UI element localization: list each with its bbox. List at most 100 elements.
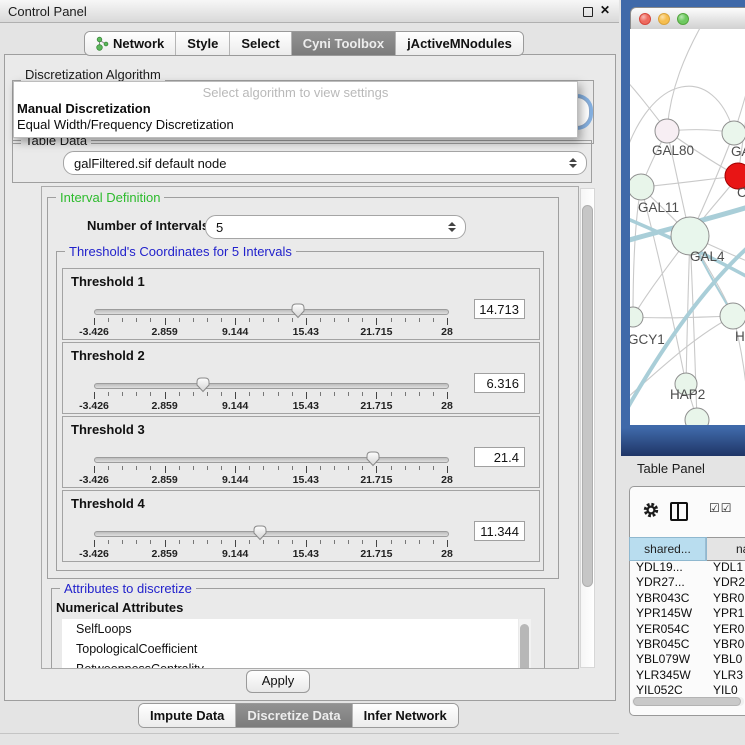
table-row[interactable]: YBL079WYBL0: [630, 652, 745, 667]
slider-thumb[interactable]: [290, 302, 306, 319]
slider-tick: [391, 466, 392, 470]
table-horizontal-scrollbar-thumb[interactable]: [633, 697, 741, 706]
slider-tick: [306, 466, 307, 473]
table-row[interactable]: YBR043CYBR0: [630, 591, 745, 606]
tab-select[interactable]: Select: [230, 32, 291, 55]
table-row[interactable]: YDR27...YDR2: [630, 575, 745, 590]
column-header-shared-name[interactable]: shared...: [630, 538, 706, 560]
slider-tick: [362, 540, 363, 544]
bottom-tab-impute-data[interactable]: Impute Data: [139, 704, 236, 727]
threshold-label: Threshold 4: [71, 496, 145, 511]
slider-thumb[interactable]: [252, 524, 268, 541]
threshold-3-box: Threshold 3-3.4262.8599.14415.4321.71528…: [62, 416, 540, 488]
combo-spinner-icon: [568, 158, 577, 168]
slider-track[interactable]: [94, 531, 449, 537]
slider-tick: [433, 466, 434, 470]
cell-name[interactable]: YBR0: [705, 637, 744, 652]
cell-name[interactable]: YBL0: [705, 652, 742, 667]
cell-name[interactable]: YDR2: [705, 575, 745, 590]
slider-tick: [179, 392, 180, 396]
numerical-attributes-list[interactable]: SelfLoopsTopologicalCoefficientBetweenne…: [62, 619, 518, 669]
network-window-titlebar[interactable]: [630, 7, 745, 31]
cell-shared-name[interactable]: YER054C: [630, 622, 705, 637]
slider-tick: [193, 318, 194, 322]
cell-shared-name[interactable]: YPR145W: [630, 606, 705, 621]
cell-shared-name[interactable]: YDR27...: [630, 575, 705, 590]
traffic-light-close-icon[interactable]: [639, 13, 651, 25]
table-row[interactable]: YPR145WYPR1: [630, 606, 745, 621]
algorithm-option-1[interactable]: Manual Discretization: [17, 101, 151, 116]
cell-name[interactable]: YBR0: [705, 591, 744, 606]
column-header-name[interactable]: name: [706, 538, 745, 560]
table-row[interactable]: YER054CYER0: [630, 622, 745, 637]
slider-tick: [150, 392, 151, 396]
slider-track[interactable]: [94, 457, 449, 463]
slider-track[interactable]: [94, 309, 449, 315]
threshold-value-field[interactable]: 6.316: [474, 373, 525, 393]
traffic-light-minimize-icon[interactable]: [658, 13, 670, 25]
slider-thumb[interactable]: [365, 450, 381, 467]
tab-cyni-toolbox[interactable]: Cyni Toolbox: [292, 32, 396, 55]
bottom-tab-infer-network[interactable]: Infer Network: [353, 704, 458, 727]
cell-name[interactable]: YIL0: [705, 683, 738, 695]
traffic-light-zoom-icon[interactable]: [677, 13, 689, 25]
slider-tick: [278, 466, 279, 470]
checkbox-columns-icon[interactable]: ☑☑: [709, 501, 733, 515]
threshold-value-field[interactable]: 11.344: [474, 521, 525, 541]
attributes-scrollbar[interactable]: [519, 619, 531, 669]
cell-shared-name[interactable]: YIL052C: [630, 683, 705, 695]
attribute-list-item[interactable]: TopologicalCoefficient: [62, 639, 518, 659]
network-canvas[interactable]: GAL80GACGAL11GAL4GCY1HHAP2: [630, 29, 745, 425]
slider-tick: [376, 540, 377, 547]
close-icon[interactable]: ✕: [600, 3, 610, 17]
panel-scrollbar-thumb[interactable]: [582, 205, 593, 587]
apply-button[interactable]: Apply: [246, 670, 310, 693]
slider-track[interactable]: [94, 383, 449, 389]
split-columns-icon[interactable]: [670, 502, 688, 521]
table-row[interactable]: YIL052CYIL0: [630, 683, 745, 695]
slider-tick: [447, 466, 448, 473]
table-row[interactable]: YLR345WYLR3: [630, 668, 745, 683]
settings-scroll-viewport: Interval Definition Number of Intervals …: [41, 186, 579, 669]
table-data-combobox[interactable]: galFiltered.sif default node: [63, 151, 587, 175]
bottom-tab-discretize-data[interactable]: Discretize Data: [236, 704, 352, 727]
algorithm-placeholder-option[interactable]: Select algorithm to view settings: [14, 85, 577, 100]
tab-style[interactable]: Style: [176, 32, 230, 55]
slider-tick-label: 15.43: [293, 548, 319, 560]
attributes-scrollbar-thumb[interactable]: [520, 624, 529, 669]
attribute-list-item[interactable]: SelfLoops: [62, 619, 518, 639]
cell-shared-name[interactable]: YBR045C: [630, 637, 705, 652]
threshold-value-field[interactable]: 21.4: [474, 447, 525, 467]
slider-tick: [263, 392, 264, 396]
screenshot-root: Control Panel ✕ NetworkStyleSelectCyni T…: [0, 0, 745, 745]
gear-icon[interactable]: [642, 501, 660, 519]
cell-name[interactable]: YER0: [705, 622, 744, 637]
slider-tick-label: 2.859: [151, 326, 177, 338]
number-of-intervals-combobox[interactable]: 5: [205, 215, 466, 239]
table-row[interactable]: YBR045CYBR0: [630, 637, 745, 652]
threshold-value-field[interactable]: 14.713: [474, 299, 525, 319]
cell-name[interactable]: YPR1: [705, 606, 744, 621]
cell-shared-name[interactable]: YBR043C: [630, 591, 705, 606]
slider-tick: [376, 466, 377, 473]
cell-shared-name[interactable]: YLR345W: [630, 668, 705, 683]
table-header-row: shared... name: [630, 537, 745, 561]
panel-scrollbar[interactable]: [580, 188, 595, 668]
attribute-list-item[interactable]: BetweennessCentrality: [62, 659, 518, 669]
cell-shared-name[interactable]: YBL079W: [630, 652, 705, 667]
float-window-icon[interactable]: [583, 7, 593, 17]
slider-tick: [391, 392, 392, 396]
bottom-tab-label: Discretize Data: [247, 708, 340, 723]
table-horizontal-scrollbar[interactable]: [632, 697, 744, 706]
tab-network[interactable]: Network: [85, 32, 176, 55]
node-label: GAL11: [638, 200, 679, 215]
table-row[interactable]: YDL19...YDL1: [630, 560, 745, 575]
slider-thumb[interactable]: [195, 376, 211, 393]
slider-tick: [376, 392, 377, 399]
algorithm-option-2[interactable]: Equal Width/Frequency Discretization: [17, 117, 234, 132]
cell-name[interactable]: YLR3: [705, 668, 743, 683]
cell-name[interactable]: YDL1: [705, 560, 743, 575]
cell-shared-name[interactable]: YDL19...: [630, 560, 705, 575]
tab-jactivemnodules[interactable]: jActiveMNodules: [396, 32, 523, 55]
slider-tick: [278, 392, 279, 396]
